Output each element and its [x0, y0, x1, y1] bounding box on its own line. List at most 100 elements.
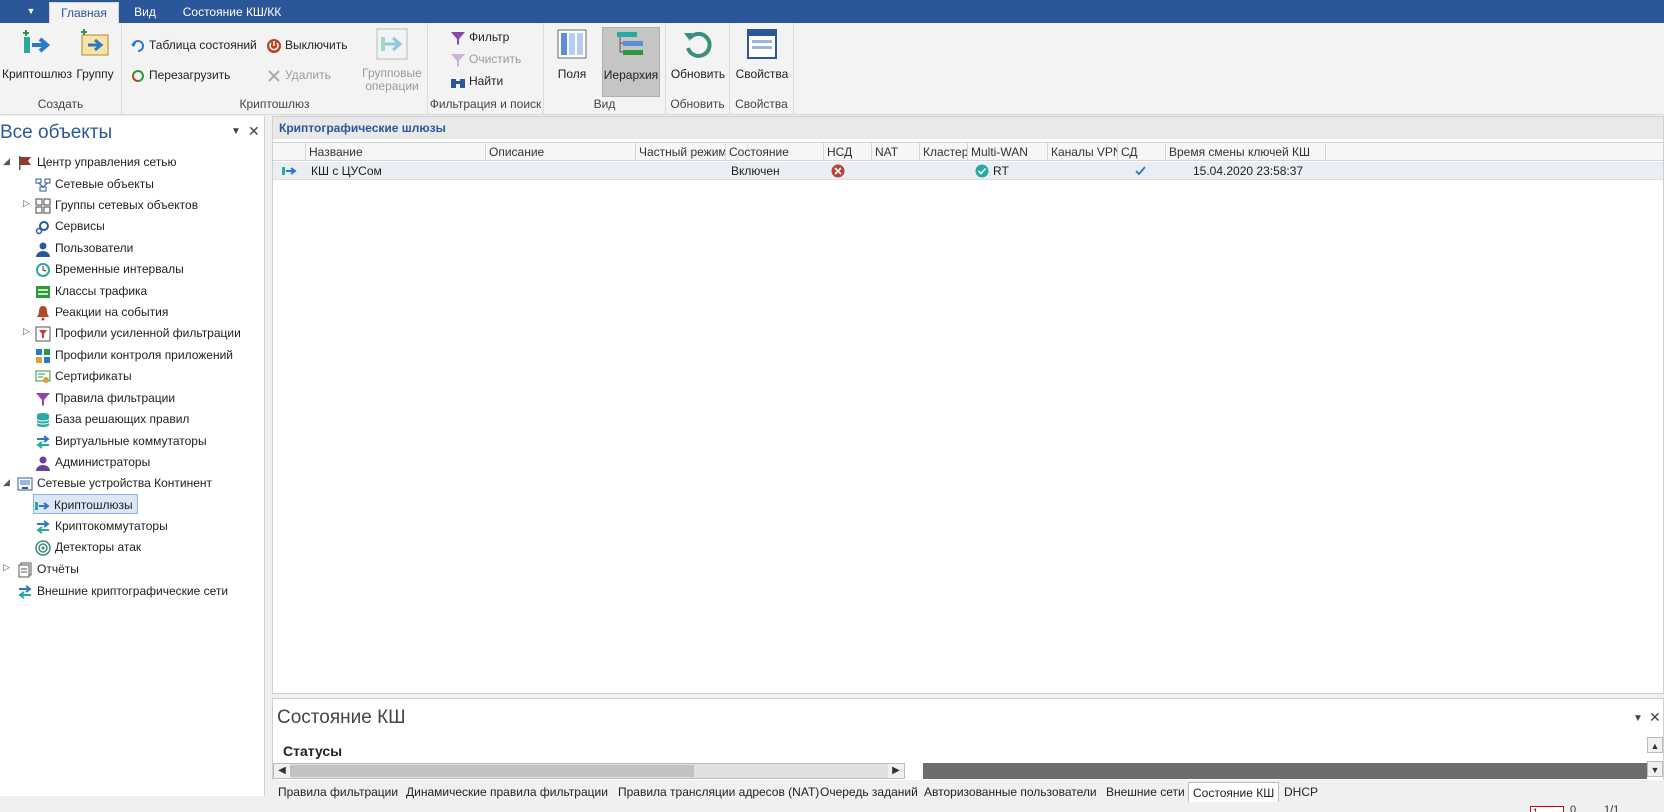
pane-close-icon[interactable]: ✕ — [1649, 709, 1661, 726]
state-table-button[interactable]: Таблица состояний — [130, 35, 257, 55]
column-header-nat[interactable]: NAT — [871, 143, 919, 161]
hierarchy-icon — [617, 32, 643, 55]
create-group-button[interactable]: Группу — [74, 27, 116, 81]
tab-view[interactable]: Вид — [124, 2, 166, 23]
tree-item-continent-devices[interactable]: Сетевые устройства Континент — [17, 473, 212, 493]
column-header-key-change-time[interactable]: Время смены ключей КШ — [1165, 143, 1325, 161]
ribbon-group-filter: Фильтр Очистить Найти Фильтрация и поиск — [428, 23, 544, 115]
tree-item-external-crypto-networks[interactable]: Внешние криптографические сети — [17, 581, 228, 601]
tree-item-label: Криптошлюзы — [54, 498, 133, 512]
tree-item-label: Сетевые устройства Континент — [37, 476, 213, 490]
create-cryptogateway-button[interactable]: Криптошлюз — [2, 27, 72, 81]
column-header-cluster[interactable]: Кластер — [919, 143, 967, 161]
column-header-nsd[interactable]: НСД — [823, 143, 871, 161]
clear-filter-label: Очистить — [469, 52, 522, 66]
column-header-private-mode[interactable]: Частный режим — [635, 143, 725, 161]
tree-item-label: Пользователи — [55, 241, 134, 255]
scrollbar-thumb[interactable] — [290, 765, 694, 777]
column-header-icon[interactable] — [273, 143, 305, 161]
tree-item-ncc[interactable]: Центр управления сетью — [17, 152, 177, 172]
find-button[interactable]: Найти — [450, 71, 503, 91]
quick-access-menu-button[interactable]: ▼ — [18, 3, 44, 19]
refresh-button[interactable]: Обновить — [670, 27, 726, 81]
column-header-state[interactable]: Состояние — [725, 143, 823, 161]
expander-collapsed-icon[interactable]: ▷ — [23, 326, 30, 337]
fields-button[interactable]: Поля — [550, 27, 594, 81]
expander-expanded-icon[interactable]: ◢ — [3, 477, 10, 488]
tree-item-app-control-profiles[interactable]: Профили контроля приложений — [35, 345, 233, 365]
tab-cg-state[interactable]: Состояние КШ/КК — [172, 2, 292, 23]
scroll-right-icon[interactable]: ▶ — [888, 764, 904, 778]
tab-authorized-users[interactable]: Авторизованные пользователи — [924, 782, 1097, 802]
cryptogateways-grid-panel: Криптографические шлюзы Название Описани… — [272, 116, 1664, 694]
page-input[interactable]: 1 — [1530, 806, 1564, 812]
tree-item-network-objects[interactable]: Сетевые объекты — [35, 174, 154, 194]
device-icon — [17, 477, 33, 491]
tab-external-networks[interactable]: Внешние сети — [1106, 782, 1185, 802]
tree-item-users[interactable]: Пользователи — [35, 238, 133, 258]
scroll-down-icon[interactable]: ▼ — [1647, 761, 1663, 777]
filter-button[interactable]: Фильтр — [450, 27, 509, 47]
tree-item-virtual-switches[interactable]: Виртуальные коммутаторы — [35, 431, 207, 451]
reboot-button[interactable]: Перезагрузить — [130, 65, 230, 85]
column-header-multiwan[interactable]: Multi-WAN — [967, 143, 1047, 161]
tree-item-traffic-classes[interactable]: Классы трафика — [35, 281, 147, 301]
tree-item-time-intervals[interactable]: Временные интервалы — [35, 259, 184, 279]
table-row[interactable]: КШ с ЦУСом Включен RT 15.04.2020 23:58:3… — [273, 162, 1663, 180]
tree-item-attack-detectors[interactable]: Детекторы атак — [35, 537, 141, 557]
pager-of-text: 0 — [1570, 804, 1577, 812]
hierarchy-button[interactable]: Иерархия — [602, 27, 660, 97]
ribbon-group-view-label: Вид — [593, 97, 616, 111]
delete-button[interactable]: Удалить — [266, 65, 331, 85]
clear-filter-button[interactable]: Очистить — [450, 49, 521, 69]
tree-item-administrators[interactable]: Администраторы — [35, 452, 150, 472]
panel-close-icon[interactable]: ✕ — [248, 123, 260, 140]
scroll-left-icon[interactable]: ◀ — [274, 764, 290, 778]
tree-item-filter-rules[interactable]: Правила фильтрации — [35, 388, 175, 408]
pane-dropdown-icon[interactable]: ▼ — [1633, 713, 1643, 724]
tab-home[interactable]: Главная — [49, 2, 119, 23]
horizontal-scrollbar[interactable]: ◀ ▶ — [273, 763, 905, 779]
tab-dhcp[interactable]: DHCP — [1284, 782, 1318, 802]
tree-item-cryptoswitches[interactable]: Криптокоммутаторы — [35, 516, 168, 536]
tree-item-label: Виртуальные коммутаторы — [55, 434, 207, 448]
tree-item-rules-database[interactable]: База решающих правил — [35, 409, 189, 429]
tab-nat-rules[interactable]: Правила трансляции адресов (NAT) — [618, 782, 819, 802]
tree-item-cryptogateways[interactable]: Криптошлюзы — [33, 494, 138, 514]
expander-expanded-icon[interactable]: ◢ — [3, 156, 10, 167]
cell-key-change-time: 15.04.2020 23:58:37 — [1193, 164, 1304, 178]
ribbon-group-properties-label: Свойства — [735, 97, 788, 111]
expander-collapsed-icon[interactable]: ▷ — [3, 562, 10, 573]
group-operations-button[interactable]: Групповые операции — [360, 27, 424, 93]
tree-item-enhanced-filter-profiles[interactable]: Профили усиленной фильтрации — [35, 323, 241, 343]
expander-collapsed-icon[interactable]: ▷ — [23, 198, 30, 209]
flag-icon — [19, 155, 31, 170]
tab-filter-rules[interactable]: Правила фильтрации — [278, 782, 398, 802]
delete-x-icon — [268, 70, 280, 82]
panel-dropdown-icon[interactable]: ▼ — [231, 126, 241, 137]
tree-item-certificates[interactable]: Сертификаты — [35, 366, 132, 386]
column-header-name[interactable]: Название — [305, 143, 485, 161]
ribbon-group-refresh: Обновить Обновить — [666, 23, 730, 115]
create-group-label: Группу — [76, 67, 114, 81]
scroll-up-icon[interactable]: ▲ — [1647, 737, 1663, 753]
external-network-icon — [18, 585, 32, 599]
tree-item-reports[interactable]: Отчёты — [17, 559, 79, 579]
tab-cg-state-bottom[interactable]: Состояние КШ — [1188, 782, 1280, 802]
tab-dynamic-filter-rules[interactable]: Динамические правила фильтрации — [406, 782, 608, 802]
user-icon — [36, 242, 50, 257]
panel-title: Все объекты — [0, 122, 113, 143]
delete-label: Удалить — [285, 68, 331, 82]
power-icon — [267, 38, 281, 53]
admin-icon — [36, 456, 50, 471]
column-header-description[interactable]: Описание — [485, 143, 635, 161]
status-bar: 1 0 1/1 — [0, 802, 1664, 812]
properties-button[interactable]: Свойства — [734, 27, 790, 81]
column-header-vpn[interactable]: Каналы VPN — [1047, 143, 1117, 161]
column-header-sd[interactable]: СД — [1117, 143, 1165, 161]
tree-item-event-reactions[interactable]: Реакции на события — [35, 302, 168, 322]
power-off-button[interactable]: Выключить — [266, 35, 347, 55]
tree-item-services[interactable]: Сервисы — [35, 216, 105, 236]
tab-job-queue[interactable]: Очередь заданий — [820, 782, 918, 802]
tree-item-network-groups[interactable]: Группы сетевых объектов — [35, 195, 198, 215]
